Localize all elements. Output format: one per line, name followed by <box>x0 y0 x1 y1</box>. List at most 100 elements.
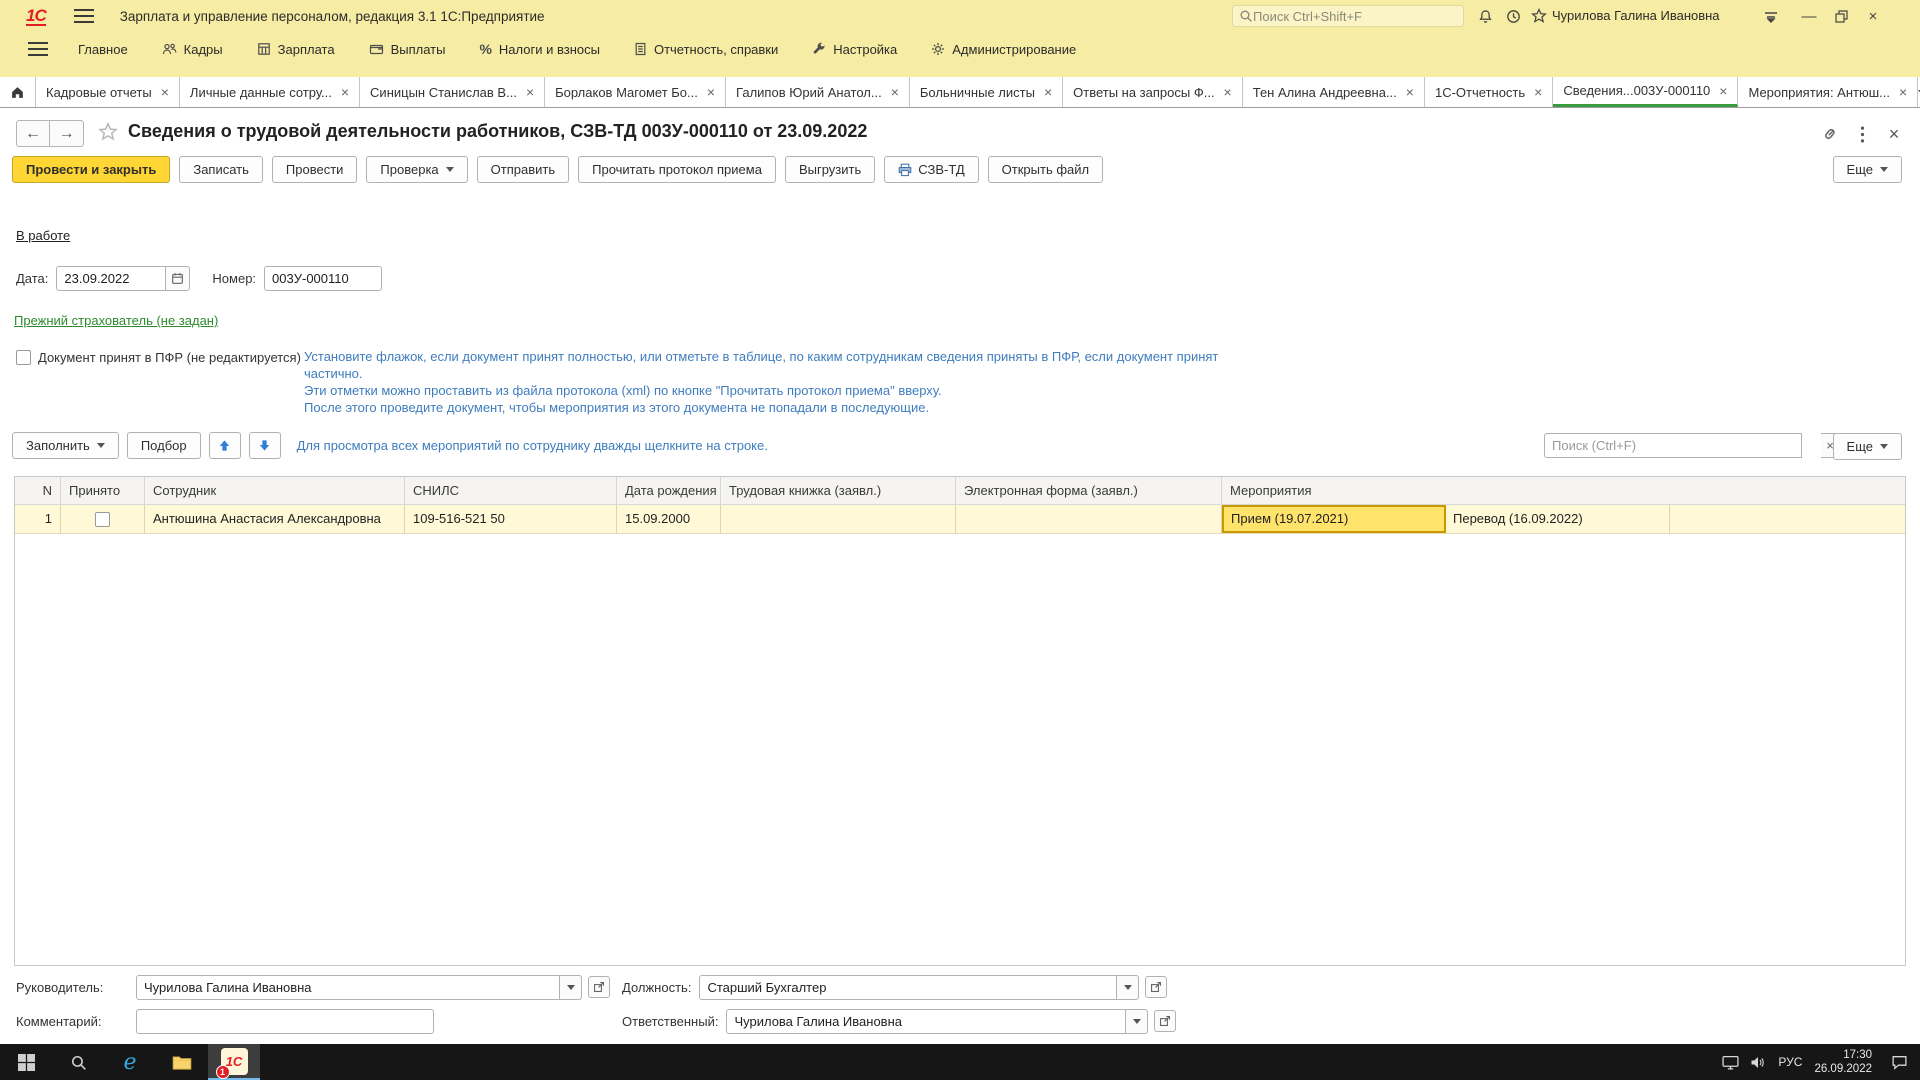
number-field[interactable] <box>264 266 382 291</box>
favorites-star-icon[interactable] <box>1528 6 1550 26</box>
move-up-button[interactable] <box>209 432 241 459</box>
birthdate-cell[interactable]: 15.09.2000 <box>617 505 721 533</box>
event-cell-perevod[interactable]: Перевод (16.09.2022) <box>1446 505 1670 533</box>
global-search-input[interactable] <box>1253 9 1443 24</box>
responsible-dropdown-icon[interactable] <box>1126 1009 1148 1034</box>
file-explorer-icon[interactable] <box>156 1044 208 1080</box>
tab-galipov[interactable]: Галипов Юрий Анатол...× <box>726 77 910 107</box>
column-header-workbook[interactable]: Трудовая книжка (заявл.) <box>721 477 956 504</box>
tab-close-icon[interactable]: × <box>891 85 899 99</box>
1c-app-taskbar-icon[interactable]: 1С1 <box>208 1044 260 1080</box>
position-dropdown-icon[interactable] <box>1117 975 1139 1000</box>
date-field[interactable] <box>56 266 166 291</box>
taskbar-search-button[interactable] <box>52 1044 104 1080</box>
tab-close-icon[interactable]: × <box>341 85 349 99</box>
table-empty-area[interactable] <box>15 534 1905 965</box>
position-open-icon[interactable] <box>1145 976 1167 998</box>
tab-sinitsyn[interactable]: Синицын Станислав В...× <box>360 77 545 107</box>
menu-item-zarplata[interactable]: Зарплата <box>257 42 335 57</box>
tab-close-icon[interactable]: × <box>526 85 534 99</box>
close-window-button[interactable]: × <box>1860 4 1886 28</box>
tab-close-icon[interactable]: × <box>1406 85 1414 99</box>
menu-item-kadry[interactable]: Кадры <box>162 42 223 57</box>
comment-field[interactable] <box>136 1009 434 1034</box>
start-button[interactable] <box>0 1044 52 1080</box>
tray-volume-icon[interactable] <box>1744 1044 1772 1080</box>
column-header-employee[interactable]: Сотрудник <box>145 477 405 504</box>
action-center-icon[interactable] <box>1882 1044 1916 1080</box>
tab-close-icon[interactable]: × <box>707 85 715 99</box>
menu-item-nastroyka[interactable]: Настройка <box>812 42 897 57</box>
global-search-box[interactable] <box>1232 5 1464 27</box>
tab-svedeniya-szv-td[interactable]: Сведения...003У-000110× <box>1553 77 1738 107</box>
read-protocol-button[interactable]: Прочитать протокол приема <box>578 156 776 183</box>
tray-language-indicator[interactable]: РУС <box>1772 1055 1808 1069</box>
internet-explorer-icon[interactable]: e <box>104 1044 156 1080</box>
current-user-name[interactable]: Чурилова Галина Ивановна <box>1552 8 1720 23</box>
tab-close-icon[interactable]: × <box>1044 85 1052 99</box>
snils-cell[interactable]: 109-516-521 50 <box>405 505 617 533</box>
post-and-close-button[interactable]: Провести и закрыть <box>12 156 170 183</box>
tab-close-icon[interactable]: × <box>1719 84 1727 98</box>
more-dots-icon[interactable] <box>1850 122 1874 146</box>
tab-bolnichnye-listy[interactable]: Больничные листы× <box>910 77 1063 107</box>
event-cell-priem[interactable]: Прием (19.07.2021) <box>1222 505 1446 533</box>
forward-arrow-icon[interactable]: → <box>50 120 84 147</box>
tab-close-icon[interactable]: × <box>1224 85 1232 99</box>
eform-cell[interactable] <box>956 505 1222 533</box>
favorite-star-icon[interactable] <box>98 122 118 142</box>
close-form-icon[interactable]: × <box>1882 122 1906 146</box>
grid-search-input[interactable] <box>1544 433 1802 458</box>
tab-meropriyatiya[interactable]: Мероприятия: Антюш...× <box>1738 77 1918 107</box>
table-row[interactable]: 1 Антюшина Анастасия Александровна 109-5… <box>15 505 1905 534</box>
position-field[interactable] <box>699 975 1117 1000</box>
menu-item-administrirovanie[interactable]: Администрирование <box>931 42 1076 57</box>
get-link-icon[interactable] <box>1818 122 1842 146</box>
column-header-snils[interactable]: СНИЛС <box>405 477 617 504</box>
responsible-open-icon[interactable] <box>1154 1010 1176 1032</box>
accepted-cell[interactable] <box>61 505 145 533</box>
tab-close-icon[interactable]: × <box>1534 85 1542 99</box>
workbook-cell[interactable] <box>721 505 956 533</box>
move-down-button[interactable] <box>249 432 281 459</box>
fill-dropdown-button[interactable]: Заполнить <box>12 432 119 459</box>
tab-home[interactable] <box>0 77 36 107</box>
history-icon[interactable] <box>1502 6 1524 26</box>
restore-button[interactable] <box>1828 4 1854 28</box>
manager-open-icon[interactable] <box>588 976 610 998</box>
column-header-accepted[interactable]: Принято <box>61 477 145 504</box>
menu-item-glavnoe[interactable]: Главное <box>78 42 128 57</box>
open-file-button[interactable]: Открыть файл <box>988 156 1103 183</box>
menu-item-nalogi[interactable]: % Налоги и взносы <box>479 41 600 57</box>
column-header-birthdate[interactable]: Дата рождения <box>617 477 721 504</box>
manager-field[interactable] <box>136 975 560 1000</box>
menu-item-otchetnost[interactable]: Отчетность, справки <box>634 42 778 57</box>
print-szvtd-button[interactable]: СЗВ-ТД <box>884 156 978 183</box>
service-menu-icon[interactable] <box>1760 6 1782 26</box>
send-button[interactable]: Отправить <box>477 156 569 183</box>
back-arrow-icon[interactable]: ← <box>16 120 50 147</box>
pick-button[interactable]: Подбор <box>127 432 201 459</box>
column-header-n[interactable]: N <box>15 477 61 504</box>
tab-close-icon[interactable]: × <box>161 85 169 99</box>
toolbar-more-button[interactable]: Еще <box>1833 156 1902 183</box>
save-button[interactable]: Записать <box>179 156 263 183</box>
tab-lichnye-dannye[interactable]: Личные данные сотру...× <box>180 77 360 107</box>
tab-1c-otchetnost[interactable]: 1С-Отчетность× <box>1425 77 1553 107</box>
tab-otvety-na-zaprosy[interactable]: Ответы на запросы Ф...× <box>1063 77 1243 107</box>
grid-more-button[interactable]: Еще <box>1833 433 1902 460</box>
employee-cell[interactable]: Антюшина Анастасия Александровна <box>145 505 405 533</box>
previous-insurer-link[interactable]: Прежний страхователь (не задан) <box>14 313 218 328</box>
minimize-button[interactable]: — <box>1796 4 1822 28</box>
status-link[interactable]: В работе <box>16 228 70 243</box>
tab-ten-alina[interactable]: Тен Алина Андреевна...× <box>1243 77 1425 107</box>
tab-close-icon[interactable]: × <box>1899 85 1907 99</box>
check-dropdown-button[interactable]: Проверка <box>366 156 467 183</box>
unload-button[interactable]: Выгрузить <box>785 156 875 183</box>
calendar-icon[interactable] <box>166 266 190 291</box>
sections-menu-icon[interactable] <box>28 42 48 56</box>
responsible-field[interactable] <box>726 1009 1126 1034</box>
main-menu-icon[interactable] <box>74 9 94 23</box>
tab-borlakov[interactable]: Борлаков Магомет Бо...× <box>545 77 726 107</box>
notifications-bell-icon[interactable] <box>1474 6 1496 26</box>
